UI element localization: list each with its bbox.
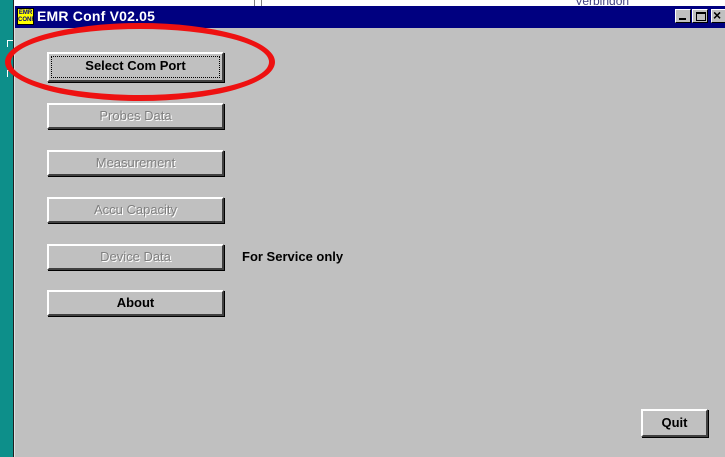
maximize-button[interactable] [692, 9, 708, 23]
probes-data-button[interactable]: Probes Data [47, 103, 224, 129]
measurement-label: Measurement [95, 155, 176, 170]
service-only-note: For Service only [242, 249, 344, 264]
minimize-button[interactable] [675, 9, 691, 23]
accu-capacity-button[interactable]: Accu Capacity [47, 197, 224, 223]
about-label: About [116, 295, 155, 310]
window-title: EMR Conf V02.05 [37, 8, 156, 24]
quit-label: Quit [661, 415, 688, 430]
probes-data-label: Probes Data [99, 108, 172, 123]
select-com-port-button[interactable]: Select Com Port [47, 52, 224, 82]
accu-capacity-label: Accu Capacity [93, 202, 178, 217]
emr-conf-app-icon[interactable]: EMR CONF [17, 8, 34, 25]
window-titlebar[interactable]: EMR CONF EMR Conf V02.05 × [15, 6, 725, 28]
close-button[interactable]: × [711, 7, 725, 23]
app-icon-label: EMR CONF [18, 10, 34, 23]
emr-conf-window: EMR CONF EMR Conf V02.05 × Select Com Po… [14, 6, 725, 457]
device-data-label: Device Data [100, 249, 171, 264]
desktop-left-strip [0, 0, 14, 457]
about-button[interactable]: About [47, 290, 224, 316]
select-com-port-label: Select Com Port [85, 58, 186, 73]
device-data-button[interactable]: Device Data [47, 244, 224, 270]
measurement-button[interactable]: Measurement [47, 150, 224, 176]
close-icon: × [713, 7, 722, 23]
quit-button[interactable]: Quit [641, 409, 708, 437]
